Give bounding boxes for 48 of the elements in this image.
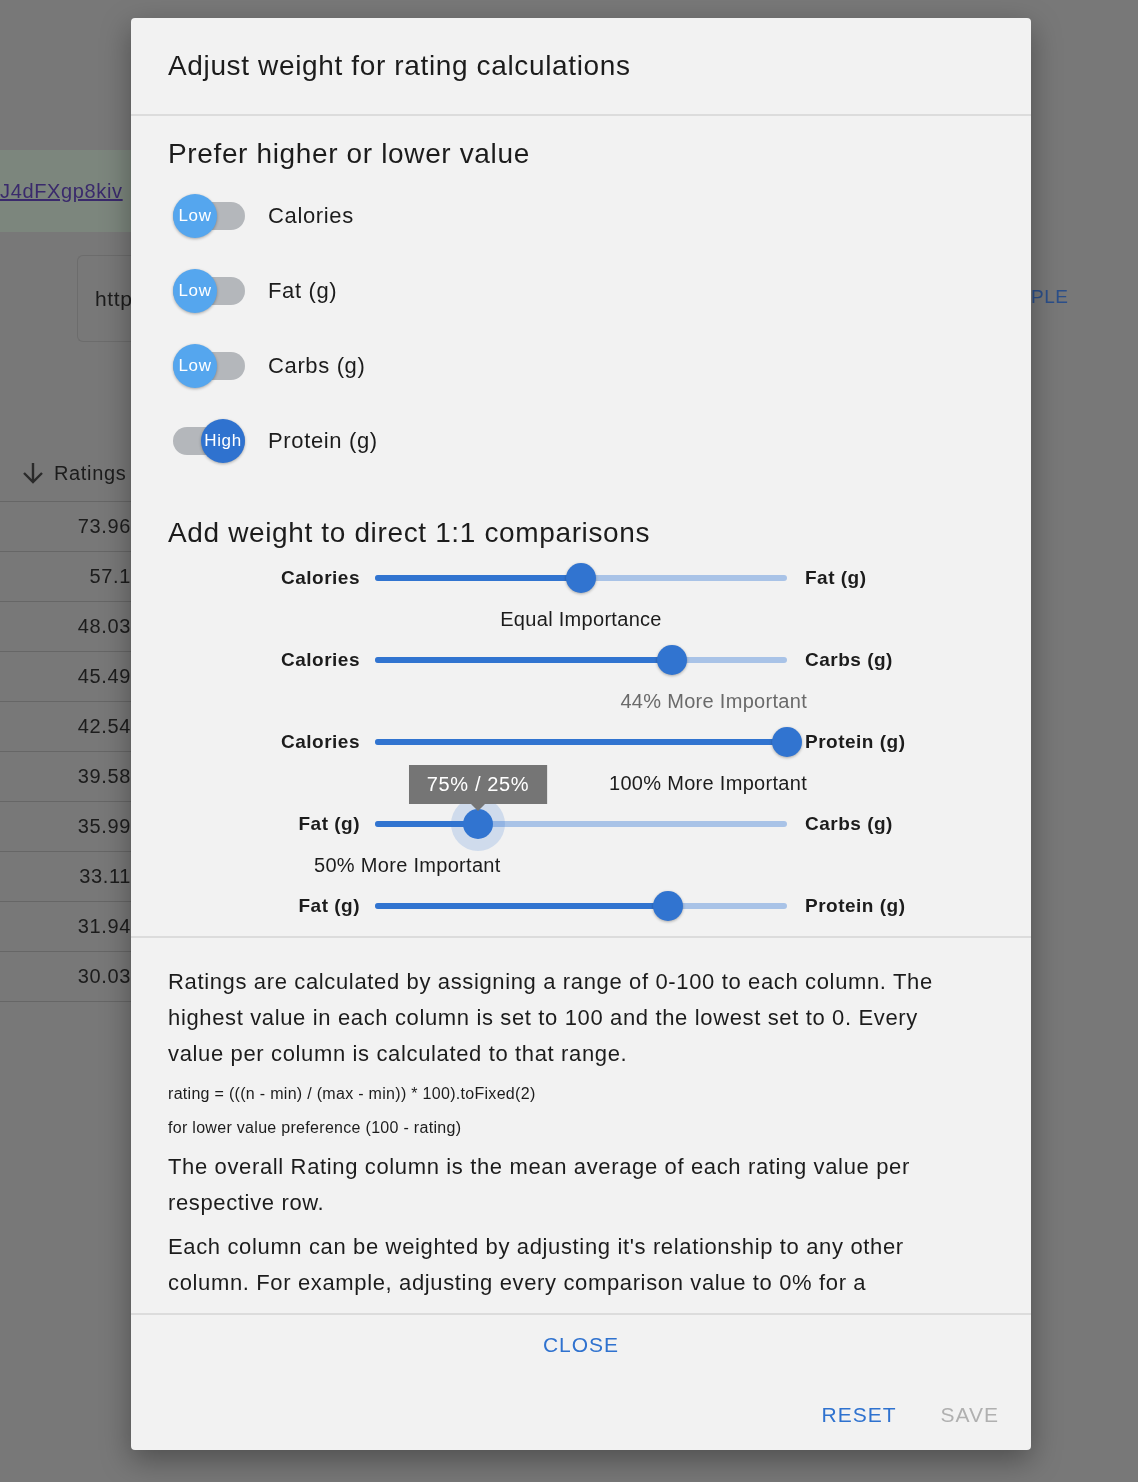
- slider-label: Calories: [281, 649, 360, 671]
- slider-thumb[interactable]: [772, 727, 802, 757]
- table-cell: 48.03: [77, 615, 131, 638]
- example-button[interactable]: PLE: [1031, 286, 1069, 307]
- toggle-label: Calories: [268, 202, 354, 229]
- sheet-link[interactable]: J4dFXgp8kiv: [0, 179, 123, 203]
- slider-label: Protein (g): [805, 895, 907, 917]
- table-cell: 33.11: [79, 865, 131, 888]
- importance-caption: 50% More Important: [314, 853, 501, 877]
- table-cell: 31.94: [77, 915, 131, 938]
- table-cell: 57.1: [89, 565, 131, 588]
- table-cell: 42.54: [77, 715, 131, 738]
- table-cell: 45.49: [77, 665, 131, 688]
- toggle-label: Protein (g): [268, 427, 378, 454]
- slider-thumb[interactable]: [652, 891, 683, 921]
- table-cell: 39.58: [77, 765, 131, 788]
- importance-caption: 44% More Important: [620, 689, 807, 713]
- sort-arrow-icon[interactable]: [20, 460, 46, 486]
- dialog-title: Adjust weight for rating calculations: [168, 50, 631, 82]
- table-cell: 35.99: [77, 815, 131, 838]
- slider-label: Carbs (g): [805, 813, 894, 835]
- slider-label: Fat (g): [298, 813, 360, 835]
- toggle-label: Fat (g): [268, 277, 338, 304]
- table-cell: 30.03: [77, 965, 131, 988]
- value-tooltip: 75% / 25%: [408, 765, 548, 811]
- close-button[interactable]: CLOSE: [528, 1325, 634, 1365]
- dialog-button[interactable]: RESET: [807, 1395, 911, 1435]
- table-cell: 73.96: [77, 515, 131, 538]
- help-paragraph: Ratings are calculated by assigning a range of 0-100 to each column. The highest value in each column is set to 100 and the lowest set to 0. Every value per column is calculated to that range.: [168, 968, 934, 1068]
- slider-thumb[interactable]: [656, 645, 687, 675]
- slider-label: Calories: [281, 731, 360, 753]
- slider-label: Carbs (g): [805, 649, 894, 671]
- slider-thumb[interactable]: [463, 809, 493, 839]
- toggle-label: Carbs (g): [268, 352, 366, 379]
- section-heading: Add weight to direct 1:1 comparisons: [168, 516, 651, 550]
- help-paragraph: The overall Rating column is the mean average of each rating value per respective row.: [168, 1153, 911, 1217]
- importance-caption: 100% More Important: [609, 771, 807, 795]
- slider-label: Calories: [281, 567, 360, 589]
- formula-text: rating = (((n - min) / (max - min)) * 100).toFixed(2): [168, 1084, 537, 1104]
- formula-text: for lower value preference (100 - rating): [168, 1118, 463, 1138]
- slider-label: Fat (g): [298, 895, 360, 917]
- slider-label: Protein (g): [805, 731, 907, 753]
- slider-thumb[interactable]: [566, 563, 596, 593]
- importance-caption: Equal Importance: [500, 607, 662, 631]
- section-heading: Prefer higher or lower value: [168, 137, 530, 171]
- help-paragraph: Each column can be weighted by adjusting it's relationship to any other column. For example, adjusting every comparison value to 0% for a: [168, 1233, 905, 1297]
- slider-label: Fat (g): [805, 567, 868, 589]
- column-header[interactable]: Ratings: [54, 461, 127, 485]
